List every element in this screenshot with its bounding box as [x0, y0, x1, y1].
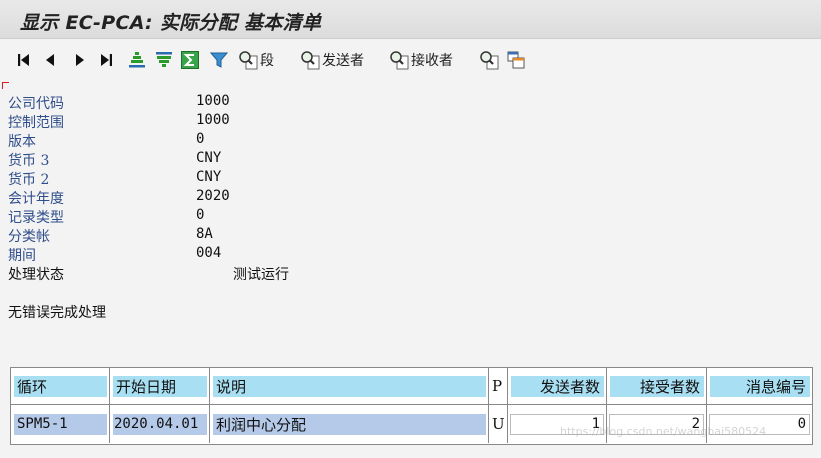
field-value: 1000 [196, 93, 230, 109]
status-message: 无错误完成处理 [8, 305, 106, 321]
field-value: 0 [196, 131, 205, 147]
magnifier-document-icon [301, 51, 320, 70]
sender-button[interactable]: 发送者 [300, 50, 364, 70]
field-fiscal-year: 会计年度 2020 [8, 188, 508, 207]
details-button[interactable] [479, 50, 499, 70]
table-cell-p[interactable]: U [489, 405, 508, 443]
field-value: 8A [196, 226, 213, 242]
field-value: CNY [196, 150, 222, 166]
field-label: 货币 2 [8, 172, 50, 188]
receiver-button[interactable]: 接收者 [389, 50, 453, 70]
column-header-label: P [492, 377, 503, 395]
field-controlling-area: 控制范围 1000 [8, 112, 508, 131]
first-page-button[interactable] [16, 50, 32, 70]
column-header-label: 循环 [17, 377, 48, 396]
field-label: 期间 [8, 248, 36, 264]
sum-button[interactable] [181, 50, 199, 70]
magnifier-document-icon [239, 51, 258, 70]
sender-label: 发送者 [322, 53, 364, 69]
cell-value: 0 [797, 416, 806, 432]
cell-value: 利润中心分配 [216, 415, 307, 434]
cell-value: 2 [691, 416, 700, 432]
field-label: 会计年度 [8, 191, 64, 207]
window-title: 显示 EC-PCA: 实际分配 基本清单 [20, 12, 322, 34]
cell-value: 1 [591, 416, 600, 432]
column-header-label: 说明 [216, 377, 247, 396]
cell-value: SPM5-1 [17, 416, 68, 432]
sort-descending-button[interactable] [155, 50, 173, 70]
column-header-receiver-count[interactable]: 接受者数 [607, 368, 707, 405]
magnifier-document-icon [390, 51, 409, 70]
field-value: CNY [196, 169, 222, 185]
field-currency-2: 货币 2 CNY [8, 169, 508, 188]
field-label: 货币 3 [8, 153, 50, 169]
copy-windows-icon [507, 51, 525, 69]
field-period: 期间 004 [8, 245, 508, 264]
table-cell-start-date[interactable]: 2020.04.01 [110, 405, 210, 443]
overview-button[interactable] [506, 50, 526, 70]
table-cell-message-number[interactable]: 0 [707, 405, 812, 443]
column-header-label: 接受者数 [639, 377, 700, 396]
column-header-sender-count[interactable]: 发送者数 [508, 368, 607, 405]
next-page-button[interactable] [72, 50, 88, 70]
field-label: 公司代码 [8, 96, 64, 112]
field-version: 版本 0 [8, 131, 508, 150]
last-page-icon [101, 54, 112, 66]
table-cell-description[interactable]: 利润中心分配 [210, 405, 489, 443]
filter-icon [210, 52, 228, 68]
field-company-code: 公司代码 1000 [8, 93, 508, 112]
field-label: 版本 [8, 134, 36, 150]
field-ledger: 分类帐 8A [8, 226, 508, 245]
column-header-label: 发送者数 [539, 377, 600, 396]
field-currency-3: 货币 3 CNY [8, 150, 508, 169]
sort-descending-icon [156, 52, 172, 67]
column-header-start-date[interactable]: 开始日期 [110, 368, 210, 405]
column-header-label: 消息编号 [745, 377, 806, 396]
field-processing-status: 处理状态 测试运行 [8, 264, 508, 283]
cell-value: 2020.04.01 [114, 416, 199, 432]
field-value: 测试运行 [233, 267, 289, 283]
next-page-icon [76, 54, 84, 66]
last-page-button[interactable] [98, 50, 114, 70]
sort-ascending-icon [129, 52, 145, 68]
previous-page-icon [46, 54, 54, 66]
field-label: 处理状态 [8, 267, 64, 283]
field-label: 分类帐 [8, 229, 50, 245]
sap-screen: 显示 EC-PCA: 实际分配 基本清单 段 发送者 接收者 公司代码 1000… [0, 0, 821, 458]
sum-icon [181, 51, 199, 69]
table-cell-receiver-count[interactable]: 2 [607, 405, 707, 443]
field-record-type: 记录类型 0 [8, 207, 508, 226]
first-page-icon [18, 54, 29, 66]
magnifier-document-icon [480, 51, 499, 70]
column-header-description[interactable]: 说明 [210, 368, 489, 405]
cell-value: U [492, 415, 505, 433]
column-header-cycle[interactable]: 循环 [11, 368, 110, 405]
receiver-label: 接收者 [411, 53, 453, 69]
toolbar: 段 发送者 接收者 [0, 42, 821, 78]
column-header-label: 开始日期 [116, 377, 177, 396]
column-header-p[interactable]: P [489, 368, 508, 405]
filter-button[interactable] [210, 50, 228, 70]
field-value: 1000 [196, 112, 230, 128]
title-bar: 显示 EC-PCA: 实际分配 基本清单 [0, 0, 821, 39]
previous-page-button[interactable] [42, 50, 58, 70]
field-label: 控制范围 [8, 115, 64, 131]
allocation-table: 循环 开始日期 说明 P 发送者数 接受者数 消息编号 SPM5-1 2020.… [10, 367, 813, 445]
segment-button[interactable]: 段 [238, 50, 274, 70]
column-header-message-number[interactable]: 消息编号 [707, 368, 812, 405]
list-corner-marker [2, 82, 9, 89]
field-value: 0 [196, 207, 205, 223]
table-cell-cycle[interactable]: SPM5-1 [11, 405, 110, 443]
segment-label: 段 [260, 53, 274, 69]
field-label: 记录类型 [8, 210, 64, 226]
field-value: 2020 [196, 188, 230, 204]
sort-ascending-button[interactable] [128, 50, 146, 70]
field-value: 004 [196, 245, 222, 261]
table-cell-sender-count[interactable]: 1 [508, 405, 607, 443]
